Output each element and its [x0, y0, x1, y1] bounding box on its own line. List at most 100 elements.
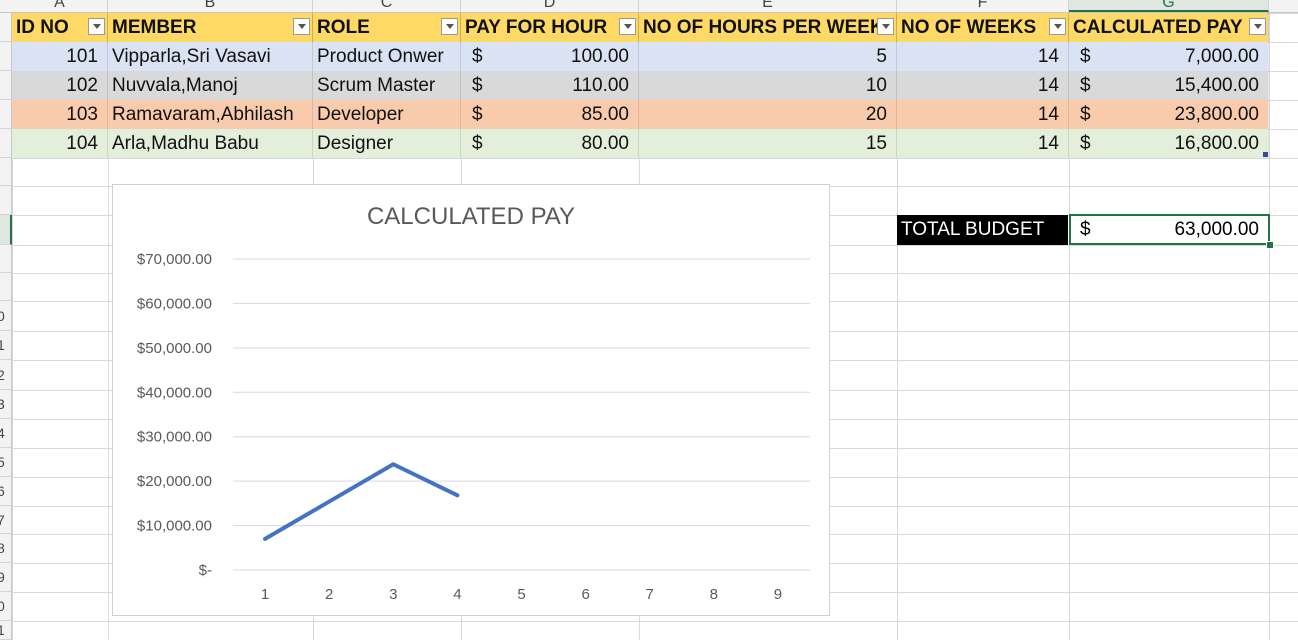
cell-value: 10	[865, 75, 887, 96]
table-resize-handle[interactable]	[1263, 152, 1268, 157]
cell-value: 23,800.00	[1174, 104, 1259, 125]
header-cell-2[interactable]: ROLE	[313, 13, 461, 42]
row-header[interactable]: 1	[0, 331, 12, 360]
filter-dropdown-icon[interactable]	[1249, 18, 1266, 35]
row-header[interactable]: 0	[0, 301, 12, 331]
header-cell-4[interactable]: NO OF HOURS PER WEEK	[639, 13, 897, 42]
y-tick-label: $40,000.00	[137, 384, 212, 401]
filter-dropdown-icon[interactable]	[441, 18, 458, 35]
total-budget-cell[interactable]: $ 63,000.00	[1069, 214, 1270, 245]
cell-calculated-pay[interactable]: 23,800.00 $	[1069, 100, 1269, 129]
worksheet[interactable]: ABCDEFG 012345678901 ID NOMEMBERROLEPAY …	[0, 0, 1298, 640]
currency-symbol: $	[472, 75, 483, 96]
cell-role[interactable]: Scrum Master	[313, 71, 461, 100]
currency-symbol: $	[1080, 75, 1091, 96]
column-header-e[interactable]: E	[639, 0, 897, 12]
row-header[interactable]: 3	[0, 390, 12, 419]
filter-dropdown-icon[interactable]	[1049, 18, 1066, 35]
row-header[interactable]: 8	[0, 534, 12, 563]
cell-member[interactable]: Ramavaram,Abhilash	[108, 100, 313, 129]
cell-value: Scrum Master	[317, 75, 436, 96]
cell-weeks[interactable]: 14	[897, 129, 1069, 158]
row-header[interactable]	[0, 71, 12, 100]
header-label: NO OF WEEKS	[901, 17, 1037, 38]
currency-symbol: $	[472, 104, 483, 125]
row-header[interactable]	[0, 129, 12, 158]
cell-value: Ramavaram,Abhilash	[112, 104, 294, 125]
cell-weeks[interactable]: 14	[897, 100, 1069, 129]
cell-id[interactable]: 101	[12, 42, 108, 71]
filter-dropdown-icon[interactable]	[877, 18, 894, 35]
column-header-a[interactable]: A	[12, 0, 108, 12]
column-header-g[interactable]: G	[1069, 0, 1269, 12]
cell-member[interactable]: Arla,Madhu Babu	[108, 129, 313, 158]
filter-dropdown-icon[interactable]	[619, 18, 636, 35]
x-tick-label: 3	[389, 586, 397, 603]
cell-member[interactable]: Vipparla,Sri Vasavi	[108, 42, 313, 71]
row-header[interactable]	[0, 42, 12, 71]
cell-pay-for-hour[interactable]: 80.00 $	[461, 129, 639, 158]
currency-symbol: $	[1080, 46, 1091, 67]
cell-calculated-pay[interactable]: 15,400.00 $	[1069, 71, 1269, 100]
y-tick-label: $50,000.00	[137, 340, 212, 357]
row-header[interactable]	[0, 273, 12, 301]
cell-value: 101	[66, 46, 98, 67]
cell-role[interactable]: Developer	[313, 100, 461, 129]
row-header[interactable]: 4	[0, 419, 12, 448]
row-header[interactable]: 0	[0, 592, 12, 621]
chart-plot: $- $10,000.00 $20,000.00 $30,000.00 $40,000.…	[137, 251, 810, 603]
cell-value: 15,400.00	[1174, 75, 1259, 96]
cell-value: 15	[865, 133, 887, 154]
column-header-d[interactable]: D	[461, 0, 639, 12]
row-header[interactable]	[0, 13, 12, 42]
cell-role[interactable]: Product Onwer	[313, 42, 461, 71]
column-header-c[interactable]: C	[313, 0, 461, 12]
y-tick-label: $20,000.00	[137, 473, 212, 490]
x-tick-label: 2	[325, 586, 333, 603]
cell-id[interactable]: 104	[12, 129, 108, 158]
cell-id[interactable]: 102	[12, 71, 108, 100]
cell-hours-per-week[interactable]: 20	[639, 100, 897, 129]
cell-weeks[interactable]: 14	[897, 71, 1069, 100]
row-header[interactable]: 9	[0, 563, 12, 592]
row-header[interactable]	[0, 158, 12, 186]
cell-member[interactable]: Nuvvala,Manoj	[108, 71, 313, 100]
row-header[interactable]	[0, 100, 12, 129]
row-header[interactable]	[0, 245, 12, 273]
cell-pay-for-hour[interactable]: 85.00 $	[461, 100, 639, 129]
row-header[interactable]: 1	[0, 621, 12, 640]
cell-pay-for-hour[interactable]: 100.00 $	[461, 42, 639, 71]
column-header-b[interactable]: B	[108, 0, 313, 12]
row-header[interactable]: 7	[0, 506, 12, 534]
row-header[interactable]: 6	[0, 477, 12, 506]
cell-hours-per-week[interactable]: 10	[639, 71, 897, 100]
header-cell-5[interactable]: NO OF WEEKS	[897, 13, 1069, 42]
header-cell-3[interactable]: PAY FOR HOUR	[461, 13, 639, 42]
cell-id[interactable]: 103	[12, 100, 108, 129]
row-header[interactable]	[0, 186, 12, 215]
cell-calculated-pay[interactable]: 7,000.00 $	[1069, 42, 1269, 71]
row-header[interactable]: 2	[0, 360, 12, 390]
cell-value: 103	[66, 104, 98, 125]
filter-dropdown-icon[interactable]	[293, 18, 310, 35]
gridline	[12, 158, 1298, 159]
series-line[interactable]	[263, 462, 460, 541]
cell-pay-for-hour[interactable]: 110.00 $	[461, 71, 639, 100]
header-cell-1[interactable]: MEMBER	[108, 13, 313, 42]
cell-hours-per-week[interactable]: 5	[639, 42, 897, 71]
cell-hours-per-week[interactable]: 15	[639, 129, 897, 158]
fill-handle[interactable]	[1266, 241, 1274, 249]
row-header[interactable]	[0, 215, 12, 245]
line-chart[interactable]: CALCULATED PAY $- $10,000.00 $20,000.00 $30…	[112, 184, 830, 616]
cell-role[interactable]: Designer	[313, 129, 461, 158]
cell-calculated-pay[interactable]: 16,800.00 $	[1069, 129, 1269, 158]
header-label: MEMBER	[112, 17, 197, 38]
y-tick-label: $70,000.00	[137, 251, 212, 268]
filter-dropdown-icon[interactable]	[88, 18, 105, 35]
currency-symbol: $	[472, 46, 483, 67]
column-header-f[interactable]: F	[897, 0, 1069, 12]
header-cell-6[interactable]: CALCULATED PAY	[1069, 13, 1269, 42]
row-header[interactable]: 5	[0, 448, 12, 477]
cell-value: Product Onwer	[317, 46, 444, 67]
cell-weeks[interactable]: 14	[897, 42, 1069, 71]
